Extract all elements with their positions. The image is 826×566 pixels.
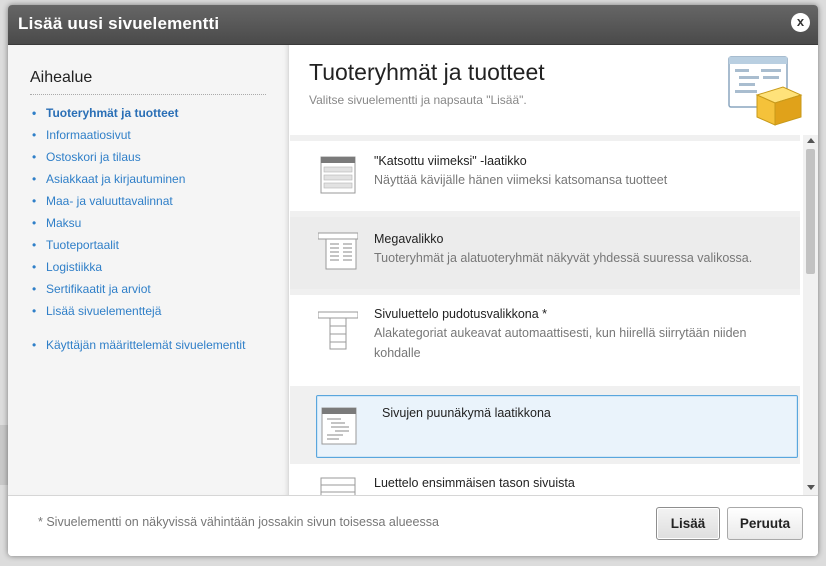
- category-sidebar: Aihealue • Tuoteryhmät ja tuotteet • Infor…: [8, 45, 289, 495]
- footer-note: * Sivuelementti on näkyvissä vähintään j…: [38, 515, 439, 529]
- category-item-sertifikaatit[interactable]: • Sertifikaatit ja arviot: [32, 282, 282, 304]
- background-content: [0, 425, 8, 485]
- category-item-asiakkaat[interactable]: • Asiakkaat ja kirjautuminen: [32, 172, 282, 194]
- element-description: Näyttää kävijälle hänen viimeksi katsoma…: [374, 173, 668, 187]
- element-row-mega-menu[interactable]: Megavalikko Tuoteryhmät ja alatuoteryhmä…: [290, 217, 800, 289]
- list-scrollbar[interactable]: [803, 135, 818, 495]
- element-row-recently-viewed[interactable]: "Katsottu viimeksi" -laatikko Näyttää kä…: [290, 141, 800, 211]
- category-item-maa-valuutta[interactable]: • Maa- ja valuuttavalinnat: [32, 194, 282, 216]
- element-row-dropdown-page-list[interactable]: Sivuluettelo pudotusvalikkona * Alakateg…: [290, 295, 800, 386]
- category-item-informaatiosivut[interactable]: • Informaatiosivut: [32, 128, 282, 150]
- main-subtitle: Valitse sivuelementti ja napsauta "Lisää…: [309, 93, 527, 107]
- dialog-titlebar: Lisää uusi sivuelementti x: [8, 5, 818, 45]
- element-name: Sivuluettelo pudotusvalikkona *: [374, 307, 548, 321]
- main-header: Tuoteryhmät ja tuotteet Valitse sivuelem…: [290, 45, 818, 135]
- element-row-first-level-list[interactable]: Luettelo ensimmäisen tason sivuista: [290, 464, 800, 495]
- dropdown-page-list-icon: [318, 311, 358, 350]
- category-item-maksu[interactable]: • Maksu: [32, 216, 282, 238]
- recently-viewed-box-icon: [320, 156, 356, 194]
- element-name: Luettelo ensimmäisen tason sivuista: [374, 476, 575, 490]
- category-item-kayttajan[interactable]: • Käyttäjän määrittelemät sivuelementit: [32, 338, 282, 360]
- close-button[interactable]: x: [791, 13, 810, 32]
- scroll-thumb[interactable]: [806, 149, 815, 274]
- category-item-ostoskori[interactable]: • Ostoskori ja tilaus: [32, 150, 282, 172]
- dialog-footer: * Sivuelementti on näkyvissä vähintään j…: [8, 495, 818, 556]
- element-name: Megavalikko: [374, 232, 444, 246]
- element-row-page-tree-box[interactable]: Sivujen puunäkymä laatikkona: [316, 395, 798, 458]
- sidebar-divider: [30, 94, 266, 95]
- element-list[interactable]: "Katsottu viimeksi" -laatikko Näyttää kä…: [290, 135, 800, 495]
- sidebar-heading: Aihealue: [30, 69, 93, 86]
- element-description: Alakategoriat aukeavat automaattisesti, …: [374, 326, 747, 360]
- category-item-tuoteportaalit[interactable]: • Tuoteportaalit: [32, 238, 282, 260]
- category-item-lisaa[interactable]: • Lisää sivuelementtejä: [32, 304, 282, 326]
- scroll-down-icon[interactable]: [807, 485, 815, 490]
- category-item-logistiikka[interactable]: • Logistiikka: [32, 260, 282, 282]
- category-list: • Tuoteryhmät ja tuotteet • Informaatiosiv…: [32, 106, 282, 360]
- element-description: Tuoteryhmät ja alatuoteryhmät näkyvät yh…: [374, 251, 753, 265]
- scroll-up-icon[interactable]: [807, 138, 815, 143]
- product-box-icon: [728, 56, 803, 126]
- mega-menu-icon: [318, 232, 358, 270]
- add-button[interactable]: Lisää: [656, 507, 720, 540]
- dialog-title: Lisää uusi sivuelementti: [18, 14, 220, 33]
- first-level-page-list-icon: [320, 477, 356, 495]
- element-name: Sivujen puunäkymä laatikkona: [382, 406, 551, 420]
- cancel-button[interactable]: Peruuta: [727, 507, 803, 540]
- page-tree-box-icon: [321, 407, 357, 445]
- element-name: "Katsottu viimeksi" -laatikko: [374, 154, 527, 168]
- main-title: Tuoteryhmät ja tuotteet: [309, 59, 545, 85]
- add-element-dialog: Lisää uusi sivuelementti x Aihealue • Tuo…: [8, 5, 818, 556]
- category-item-tuoteryhmat[interactable]: • Tuoteryhmät ja tuotteet: [32, 106, 282, 128]
